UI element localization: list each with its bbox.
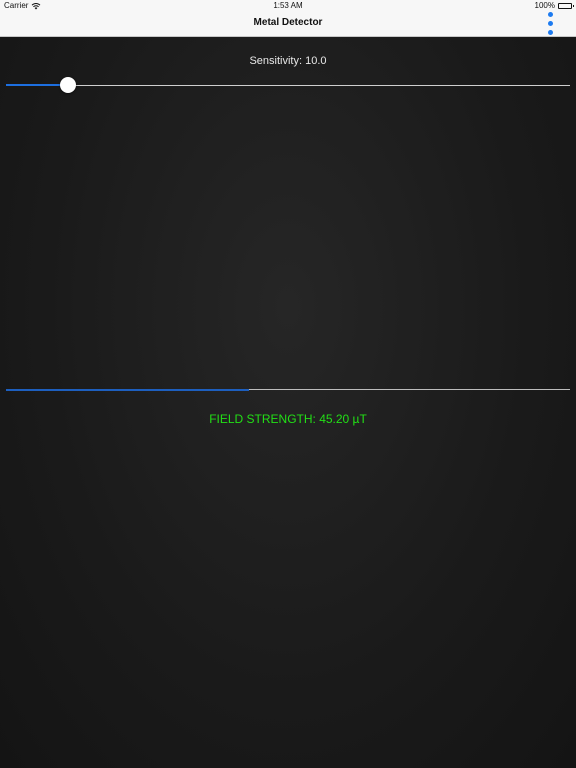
more-vertical-icon-dot-2: [548, 21, 553, 26]
more-options-button[interactable]: [544, 10, 558, 36]
sensitivity-slider[interactable]: [6, 76, 570, 94]
slider-fill: [6, 84, 69, 86]
navigation-bar: Carrier 1:53 AM 100% Metal Detector: [0, 0, 576, 37]
status-bar: Carrier 1:53 AM 100%: [0, 0, 576, 12]
slider-thumb[interactable]: [60, 77, 77, 93]
more-vertical-icon-dot-3: [548, 30, 553, 35]
more-vertical-icon: [548, 12, 553, 17]
sensitivity-label: Sensitivity: 10.0: [249, 55, 327, 67]
status-time: 1:53 AM: [273, 1, 303, 10]
field-strength-label: FIELD STRENGTH: 45.20 µT: [209, 412, 367, 426]
slider-track: [6, 84, 570, 86]
battery-percent: 100%: [534, 1, 555, 10]
battery-icon: [558, 2, 574, 9]
field-bar-fill: [6, 388, 249, 391]
page-title: Metal Detector: [253, 17, 323, 28]
battery-indicator: 100%: [534, 1, 574, 10]
field-strength-bar: [6, 388, 570, 391]
